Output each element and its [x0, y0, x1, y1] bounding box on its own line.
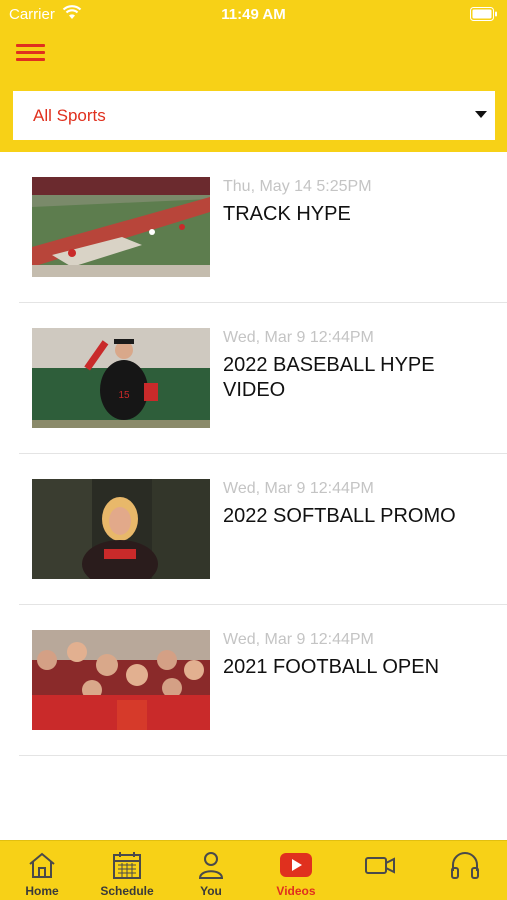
video-thumbnail [32, 479, 210, 579]
tab-label: You [200, 884, 222, 898]
svg-text:15: 15 [118, 390, 130, 401]
tab-audio[interactable] [423, 841, 507, 900]
row-divider [19, 755, 507, 756]
tab-label: Schedule [100, 884, 154, 898]
sport-filter-select[interactable]: All Sports [13, 91, 495, 140]
video-thumbnail [32, 630, 210, 730]
video-date: Wed, Mar 9 12:44PM [223, 631, 374, 648]
video-title: 2022 BASEBALL HYPE VIDEO [223, 354, 435, 401]
video-item[interactable]: Thu, May 14 5:25PM TRACK HYPE [19, 152, 507, 303]
tab-schedule[interactable]: Schedule [85, 841, 169, 900]
status-bar: Carrier 11:49 AM [0, 0, 507, 28]
video-date: Thu, May 14 5:25PM [223, 178, 372, 195]
video-date: Wed, Mar 9 12:44PM [223, 329, 374, 346]
video-title: 2022 SOFTBALL PROMO [223, 505, 456, 527]
battery-icon [470, 7, 497, 21]
menu-line-icon [16, 44, 45, 47]
bottom-tab-bar: Home Schedule You Videos [0, 840, 507, 900]
tab-label: Home [25, 884, 59, 898]
home-icon [29, 852, 55, 878]
hamburger-menu-button[interactable] [14, 40, 48, 66]
tab-label: Videos [276, 884, 316, 898]
tab-home[interactable]: Home [0, 841, 84, 900]
video-item[interactable]: 15 Wed, Mar 9 12:44PM 2022 BASEBALL HYPE… [19, 303, 507, 454]
person-icon [198, 852, 224, 879]
video-item[interactable]: Wed, Mar 9 12:44PM 2021 FOOTBALL OPEN [19, 605, 507, 756]
sport-filter-value: All Sports [33, 106, 106, 125]
video-camera-icon [365, 857, 395, 874]
menu-line-icon [16, 51, 45, 54]
dropdown-arrow-icon [475, 111, 487, 118]
calendar-icon [113, 852, 141, 879]
video-thumbnail: 15 [32, 328, 210, 428]
tab-you[interactable]: You [169, 841, 253, 900]
video-title: 2021 FOOTBALL OPEN [223, 656, 440, 678]
menu-line-icon [16, 58, 45, 61]
video-date: Wed, Mar 9 12:44PM [223, 480, 374, 497]
tab-live-video[interactable] [338, 841, 422, 900]
video-title: TRACK HYPE [223, 203, 351, 225]
play-icon [280, 853, 312, 877]
video-thumbnail [32, 177, 210, 277]
video-item[interactable]: Wed, Mar 9 12:44PM 2022 SOFTBALL PROMO [19, 454, 507, 605]
headphones-icon [451, 852, 479, 879]
tab-videos[interactable]: Videos [254, 841, 338, 900]
clock: 11:49 AM [221, 6, 286, 23]
